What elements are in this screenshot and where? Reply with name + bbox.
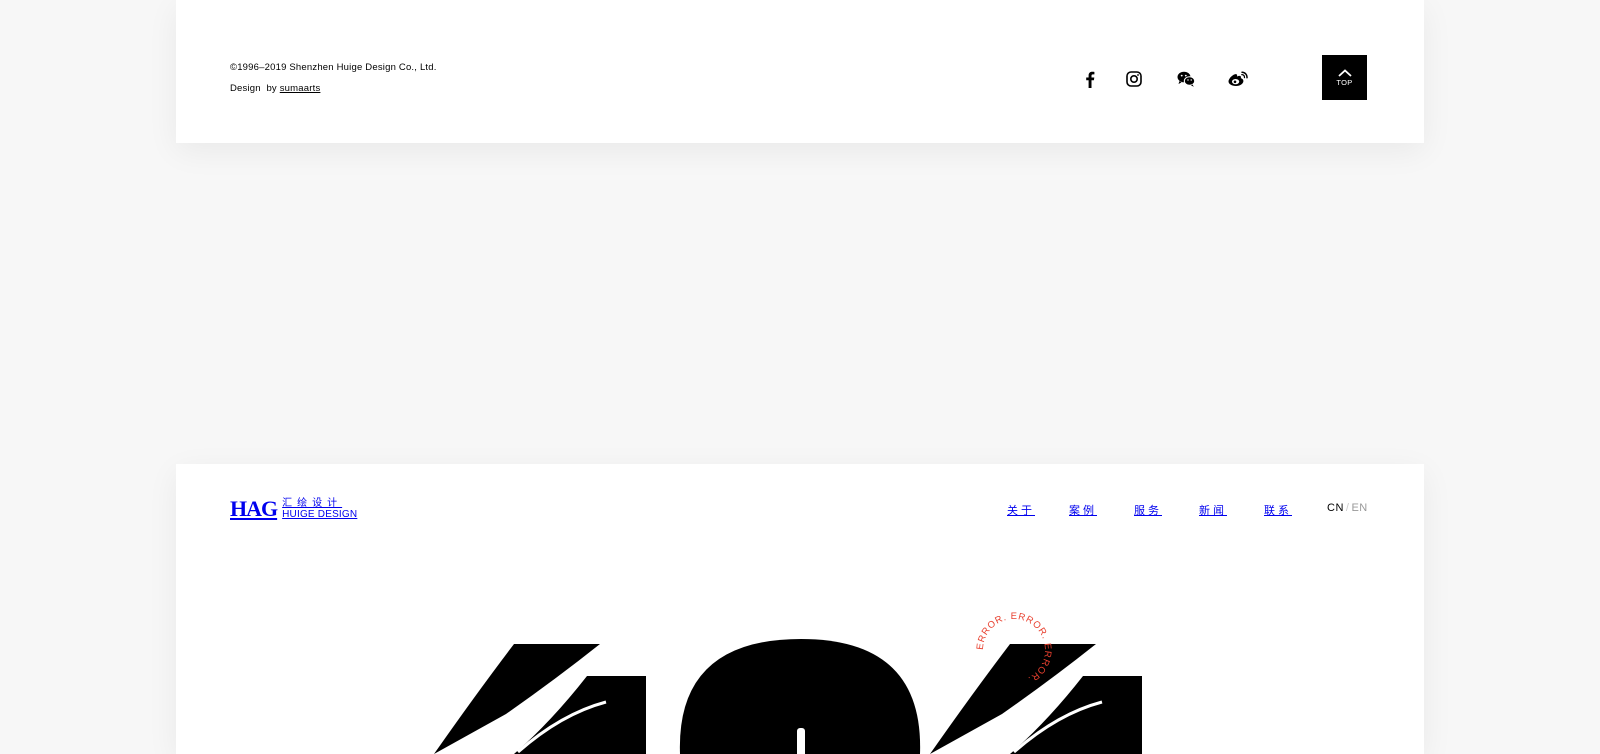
error-ring-badge: ERROR. ERROR. ERROR. [975,611,1053,685]
error-ring-text: ERROR. ERROR. ERROR. [975,611,1053,685]
digit-zero [679,639,921,754]
instagram-icon[interactable] [1123,68,1145,90]
wechat-icon[interactable] [1175,68,1197,90]
weibo-icon[interactable] [1227,68,1249,90]
designer-link[interactable]: sumaarts [280,83,321,94]
design-credit: Design by sumaarts [230,83,320,94]
design-credit-prefix: Design by [230,83,280,94]
back-to-top-button[interactable]: TOP [1322,55,1367,100]
footer-section: ©1996–2019 Shenzhen Huige Design Co., Lt… [176,0,1424,143]
svg-text:ERROR. ERROR. ERROR.: ERROR. ERROR. ERROR. [975,611,1053,685]
digit-four-left [434,644,646,754]
error-404-graphic: 404 [434,639,1142,754]
error-page-section: HAG 汇绘设计 HUIGE DESIGN 关于 案例 服务 新闻 联系 CN /… [176,464,1424,754]
chevron-up-icon [1337,68,1352,77]
facebook-icon[interactable] [1079,68,1101,90]
back-to-top-label: TOP [1336,77,1353,87]
copyright-text: ©1996–2019 Shenzhen Huige Design Co., Lt… [230,62,437,73]
